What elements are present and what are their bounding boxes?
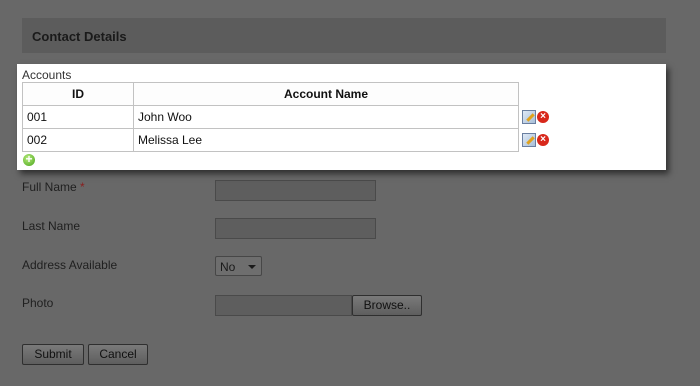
photo-file-field[interactable]	[215, 295, 352, 316]
column-header-id: ID	[22, 82, 134, 106]
accounts-dialog: Accounts ID Account Name 001 John Woo × …	[17, 64, 666, 170]
cancel-button[interactable]: Cancel	[88, 344, 148, 365]
row-actions: ×	[519, 129, 550, 152]
delete-icon[interactable]: ×	[537, 111, 549, 124]
required-marker: *	[80, 180, 85, 194]
table-header-row: ID Account Name	[22, 82, 550, 106]
submit-button[interactable]: Submit	[22, 344, 84, 365]
add-icon[interactable]: +	[23, 153, 35, 166]
cell-account-name: John Woo	[133, 105, 519, 129]
address-available-select[interactable]: No	[215, 256, 262, 276]
edit-icon[interactable]	[522, 133, 536, 148]
delete-icon[interactable]: ×	[537, 134, 549, 147]
full-name-field[interactable]	[215, 180, 376, 201]
full-name-label: Full Name *	[22, 180, 85, 194]
edit-icon[interactable]	[522, 110, 536, 125]
address-available-value: No	[220, 260, 236, 274]
cell-account-name: Melissa Lee	[133, 128, 519, 152]
chevron-down-icon	[248, 265, 256, 269]
section-title: Contact Details	[32, 29, 127, 44]
browse-button[interactable]: Browse..	[352, 295, 422, 316]
row-actions: ×	[519, 106, 550, 129]
section-header: Contact Details	[22, 18, 666, 53]
last-name-label: Last Name	[22, 219, 81, 233]
last-name-field[interactable]	[215, 218, 376, 239]
cell-id: 001	[22, 105, 134, 129]
accounts-table: ID Account Name 001 John Woo × 002 Melis…	[22, 82, 550, 152]
cell-id: 002	[22, 128, 134, 152]
table-row[interactable]: 001 John Woo ×	[22, 105, 550, 129]
address-available-label: Address Available	[22, 258, 118, 272]
table-row[interactable]: 002 Melissa Lee ×	[22, 128, 550, 152]
accounts-title: Accounts	[22, 68, 72, 82]
photo-label: Photo	[22, 296, 54, 310]
column-header-account-name: Account Name	[133, 82, 519, 106]
